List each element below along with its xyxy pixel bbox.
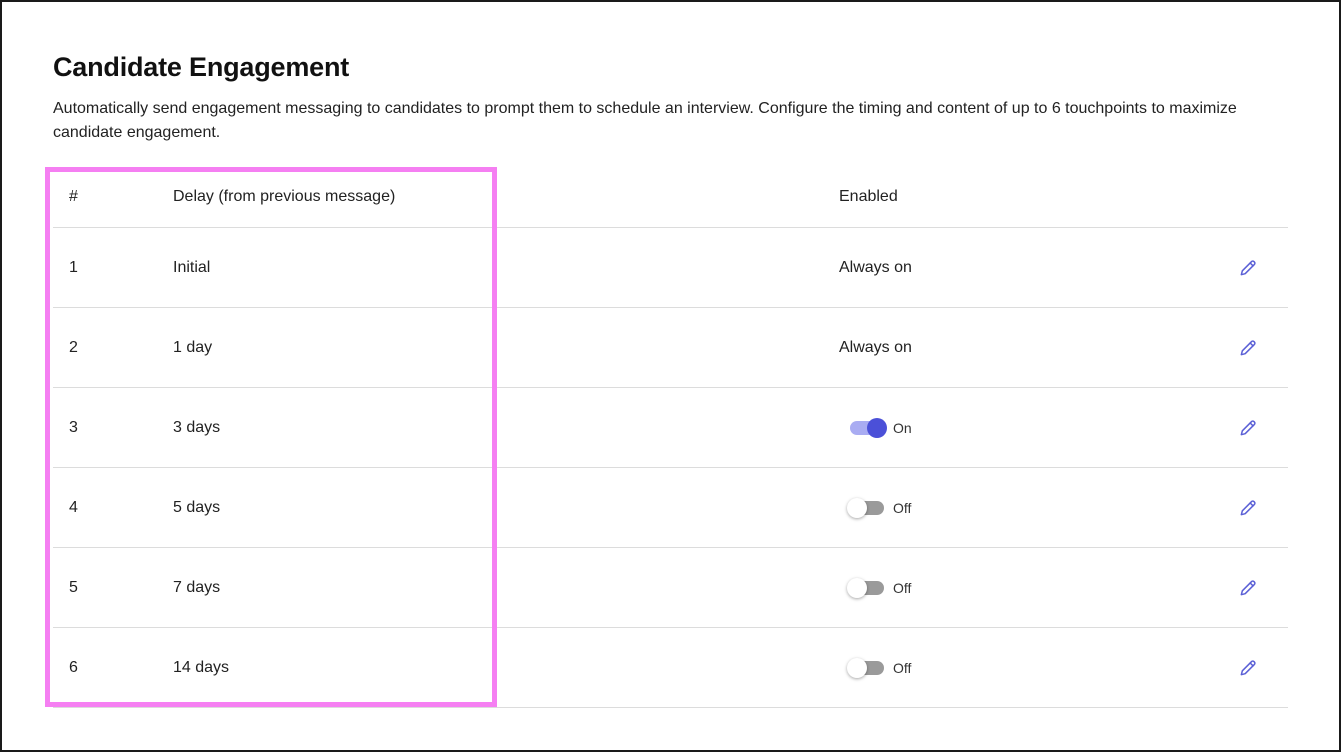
- pencil-icon: [1238, 498, 1258, 518]
- enabled-cell: On: [850, 388, 912, 467]
- row-delay: 3 days: [173, 418, 221, 436]
- header-number: #: [69, 188, 78, 205]
- enabled-cell: Off: [847, 628, 912, 707]
- touchpoints-table: # Delay (from previous message) Enabled …: [53, 167, 1288, 708]
- row-number: 4: [69, 498, 78, 516]
- table-header-row: # Delay (from previous message) Enabled: [53, 167, 1288, 228]
- pencil-icon: [1238, 578, 1258, 598]
- table-row: 5 7 days Off: [53, 548, 1288, 628]
- enabled-toggle-wrap: Off: [847, 577, 912, 598]
- edit-button[interactable]: [1235, 255, 1261, 281]
- pencil-icon: [1238, 418, 1258, 438]
- toggle-knob: [847, 497, 867, 518]
- toggle-label: Off: [893, 659, 912, 676]
- enabled-toggle[interactable]: [847, 497, 884, 518]
- page-title: Candidate Engagement: [53, 52, 350, 82]
- row-number: 1: [69, 258, 78, 276]
- table-row: 1 Initial Always on: [53, 228, 1288, 308]
- enabled-cell: Off: [847, 548, 912, 627]
- enabled-toggle[interactable]: [847, 577, 884, 598]
- toggle-label: Off: [893, 499, 912, 516]
- table-row: 2 1 day Always on: [53, 308, 1288, 388]
- edit-button[interactable]: [1235, 575, 1261, 601]
- row-delay: Initial: [173, 258, 211, 276]
- edit-button[interactable]: [1235, 495, 1261, 521]
- row-delay: 7 days: [173, 578, 221, 596]
- row-delay: 5 days: [173, 498, 221, 516]
- table-row: 4 5 days Off: [53, 468, 1288, 548]
- enabled-cell: Always on: [839, 338, 912, 356]
- pencil-icon: [1238, 258, 1258, 278]
- table-row: 6 14 days Off: [53, 628, 1288, 708]
- edit-cell: [1235, 308, 1261, 387]
- edit-button[interactable]: [1235, 415, 1261, 441]
- edit-button[interactable]: [1235, 655, 1261, 681]
- toggle-knob: [847, 657, 867, 678]
- toggle-knob: [867, 417, 887, 438]
- page-frame: Candidate Engagement Automatically send …: [0, 0, 1341, 752]
- header-delay: Delay (from previous message): [173, 188, 396, 205]
- toggle-label: Off: [893, 579, 912, 596]
- header-enabled: Enabled: [839, 188, 898, 205]
- enabled-toggle-wrap: Off: [847, 657, 912, 678]
- edit-cell: [1235, 468, 1261, 547]
- enabled-cell: Off: [847, 468, 912, 547]
- enabled-toggle[interactable]: [847, 657, 884, 678]
- enabled-toggle-wrap: On: [850, 417, 912, 438]
- table-body: 1 Initial Always on 2 1 day Always on 3 3 days O…: [53, 228, 1288, 708]
- edit-cell: [1235, 228, 1261, 307]
- pencil-icon: [1238, 338, 1258, 358]
- row-number: 6: [69, 658, 78, 676]
- pencil-icon: [1238, 658, 1258, 678]
- edit-cell: [1235, 388, 1261, 467]
- enabled-toggle[interactable]: [850, 417, 887, 438]
- toggle-label: On: [893, 419, 912, 436]
- row-number: 5: [69, 578, 78, 596]
- table-row: 3 3 days On: [53, 388, 1288, 468]
- edit-button[interactable]: [1235, 335, 1261, 361]
- page-description: Automatically send engagement messaging …: [53, 100, 1237, 141]
- row-delay: 14 days: [173, 658, 230, 676]
- edit-cell: [1235, 628, 1261, 707]
- row-delay: 1 day: [173, 338, 213, 356]
- row-number: 3: [69, 418, 78, 436]
- enabled-cell: Always on: [839, 258, 912, 276]
- edit-cell: [1235, 548, 1261, 627]
- toggle-knob: [847, 577, 867, 598]
- row-number: 2: [69, 338, 78, 356]
- enabled-toggle-wrap: Off: [847, 497, 912, 518]
